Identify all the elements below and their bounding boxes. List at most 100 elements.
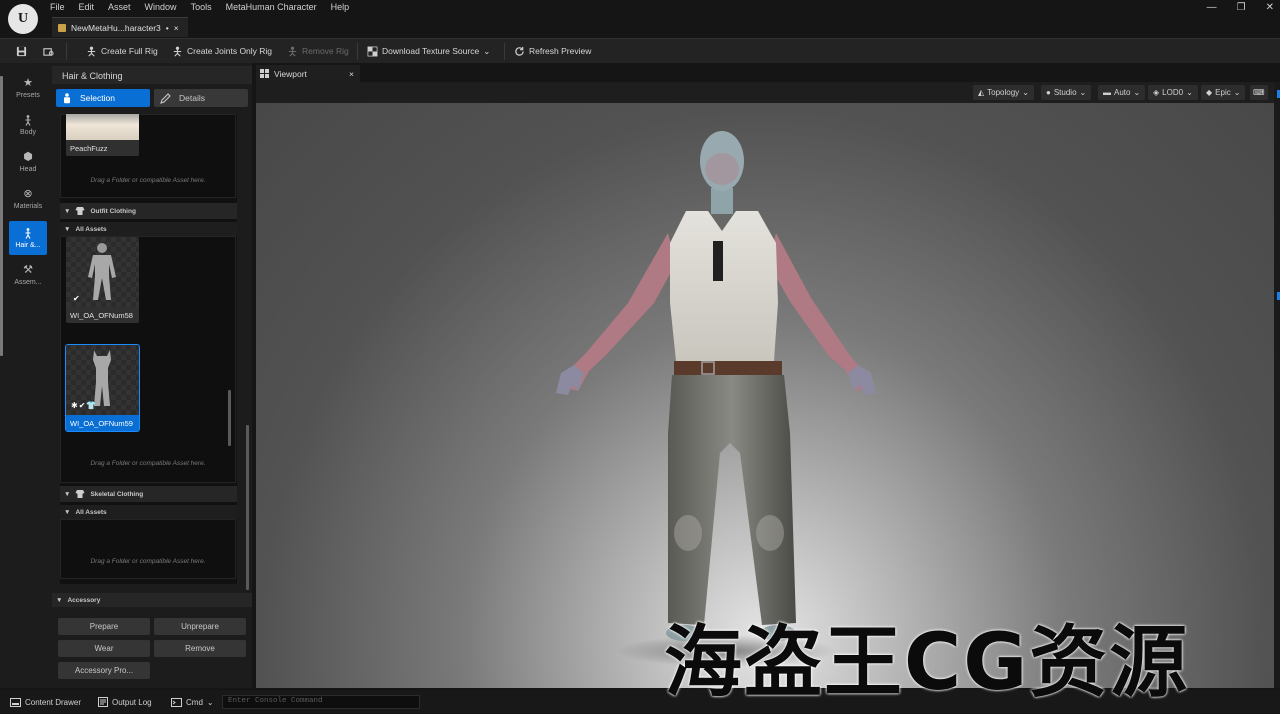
sidebar-item-label: Presets — [16, 91, 40, 99]
selection-mode-label: Selection — [80, 93, 115, 103]
maximize-icon[interactable]: ❐ — [1237, 2, 1246, 13]
selection-mode-button[interactable]: Selection — [56, 89, 150, 107]
menu-tools[interactable]: Tools — [191, 2, 212, 14]
panel-scrollbar[interactable] — [246, 425, 249, 590]
menu-window[interactable]: Window — [145, 2, 177, 14]
skeletal-clothing-icon — [75, 490, 85, 498]
sidebar-item-materials[interactable]: ⊗ Materials — [9, 182, 47, 216]
download-texture-source-button[interactable]: Download Texture Source ⌄ — [367, 44, 490, 58]
sidebar-item-head[interactable]: ⬢ Head — [9, 145, 47, 179]
accessory-properties-button[interactable]: Accessory Pro... — [58, 662, 150, 679]
menu-edit[interactable]: Edit — [79, 2, 95, 14]
menu-help[interactable]: Help — [331, 2, 350, 14]
topology-icon: ◭ — [978, 88, 985, 97]
drag-hint: Drag a Folder or compatible Asset here. — [90, 460, 206, 467]
close-window-icon[interactable]: ✕ — [1266, 2, 1274, 13]
sidebar-scrollbar[interactable] — [0, 76, 3, 356]
person-icon — [64, 92, 70, 103]
viewport-tab[interactable]: Viewport × — [256, 65, 360, 82]
viewport-tab-label: Viewport — [274, 68, 307, 79]
skeletal-all-assets-group[interactable]: ▼ All Assets — [60, 505, 237, 519]
asset-tile-peachfuzz[interactable]: PeachFuzz — [66, 114, 139, 156]
content-drawer-button[interactable]: Content Drawer — [10, 695, 81, 709]
camera-auto-dropdown[interactable]: ▬ Auto ⌄ — [1098, 85, 1146, 100]
sidebar-item-assembly[interactable]: ⚒ Assem... — [9, 258, 47, 292]
head-icon: ⬢ — [23, 150, 33, 163]
hammer-icon: ⚒ — [23, 263, 33, 276]
topology-label: Topology — [987, 88, 1020, 97]
close-tab-icon[interactable]: × — [174, 23, 179, 33]
toolbar-separator — [504, 43, 505, 60]
rig-icon — [87, 46, 96, 56]
remove-rig-label: Remove Rig — [302, 46, 349, 56]
browse-button[interactable] — [43, 44, 54, 58]
expand-arrow-icon: ▼ — [64, 490, 71, 498]
list-scrollbar[interactable] — [228, 390, 231, 446]
viewport-options-button[interactable]: ⌨ — [1250, 85, 1268, 100]
sidebar-item-hair-clothing[interactable]: Hair &... — [9, 221, 47, 255]
viewport-canvas[interactable] — [256, 103, 1274, 688]
quality-dropdown[interactable]: ◆ Epic ⌄ — [1201, 85, 1246, 100]
refresh-preview-label: Refresh Preview — [529, 46, 592, 56]
outfit-clothing-section[interactable]: ▼ Outfit Clothing — [60, 203, 237, 219]
create-joints-only-rig-label: Create Joints Only Rig — [187, 46, 273, 56]
menu-asset[interactable]: Asset — [108, 2, 131, 14]
studio-lighting-dropdown[interactable]: ● Studio ⌄ — [1041, 85, 1092, 100]
menu-file[interactable]: File — [50, 2, 65, 14]
asset-tile-label: WI_OA_OFNum59 — [66, 415, 139, 431]
console-command-input[interactable]: Enter Console Command — [222, 695, 420, 709]
save-button[interactable] — [16, 44, 27, 58]
close-viewport-icon[interactable]: × — [349, 69, 354, 79]
folder-search-icon — [43, 47, 54, 56]
content-drawer-label: Content Drawer — [25, 697, 82, 707]
unreal-logo-icon[interactable]: U — [8, 4, 38, 34]
asset-tile-wi-oa-ofnum59[interactable]: ✱✔👕 WI_OA_OFNum59 — [65, 344, 140, 432]
asset-thumbnail — [66, 114, 139, 140]
camera-icon: ▬ — [1103, 88, 1111, 97]
remove-button[interactable]: Remove — [154, 640, 246, 657]
topology-dropdown[interactable]: ◭ Topology ⌄ — [973, 85, 1034, 100]
outfit-all-assets-group[interactable]: ▼ All Assets — [60, 222, 237, 236]
refresh-preview-button[interactable]: Refresh Preview — [514, 44, 591, 58]
checkmark-icon: ✔ — [73, 294, 80, 303]
wear-button[interactable]: Wear — [58, 640, 150, 657]
outfit-icon — [75, 207, 85, 215]
right-dock-edge — [1274, 82, 1280, 688]
asset-list: PeachFuzz Drag a Folder or compatible As… — [60, 114, 237, 584]
cmd-label: Cmd — [186, 697, 203, 707]
lod-dropdown[interactable]: ◈ LOD0 ⌄ — [1148, 85, 1198, 100]
pencil-icon — [160, 92, 171, 104]
remove-rig-button[interactable]: Remove Rig — [287, 44, 349, 58]
watermark: 海盗王CG资源 — [664, 618, 1190, 708]
toolbar-separator — [66, 43, 67, 60]
sidebar-item-body[interactable]: Body — [9, 108, 47, 142]
chevron-down-icon: ⌄ — [1233, 88, 1241, 97]
sidebar-item-label: Assem... — [14, 278, 42, 286]
outfit-preview-figure — [88, 243, 116, 300]
create-full-rig-button[interactable]: Create Full Rig — [86, 44, 158, 58]
outfit-clothing-label: Outfit Clothing — [90, 207, 136, 215]
cmd-dropdown[interactable]: Cmd ⌄ — [171, 695, 214, 709]
chevron-down-icon: ⌄ — [1186, 88, 1193, 97]
details-mode-label: Details — [179, 93, 205, 103]
document-tab[interactable]: NewMetaHu...haracter3 • × — [52, 17, 188, 37]
toolbar-separator — [357, 43, 358, 60]
download-texture-source-label: Download Texture Source — [382, 46, 480, 56]
create-joints-only-rig-button[interactable]: Create Joints Only Rig — [172, 44, 272, 58]
asset-tile-wi-oa-ofnum58[interactable]: ✔ WI_OA_OFNum58 — [66, 237, 139, 323]
accessory-section[interactable]: ▼ Accessory — [52, 593, 252, 607]
panel-title: Hair & Clothing — [52, 66, 252, 84]
materials-icon: ⊗ — [23, 187, 33, 200]
document-tab-title: NewMetaHu...haracter3 — [71, 22, 161, 33]
menu-metahuman-character[interactable]: MetaHuman Character — [226, 2, 317, 14]
output-log-button[interactable]: Output Log — [98, 695, 152, 709]
details-mode-button[interactable]: Details — [154, 89, 248, 107]
output-log-label: Output Log — [112, 697, 152, 707]
skeletal-clothing-section[interactable]: ▼ Skeletal Clothing — [60, 486, 237, 502]
unprepare-button[interactable]: Unprepare — [154, 618, 246, 635]
sidebar-item-presets[interactable]: ★ Presets — [9, 71, 47, 105]
star-icon: ★ — [23, 76, 33, 89]
prepare-button[interactable]: Prepare — [58, 618, 150, 635]
minimize-icon[interactable]: — — [1207, 2, 1217, 13]
skeletal-asset-well — [60, 519, 236, 579]
